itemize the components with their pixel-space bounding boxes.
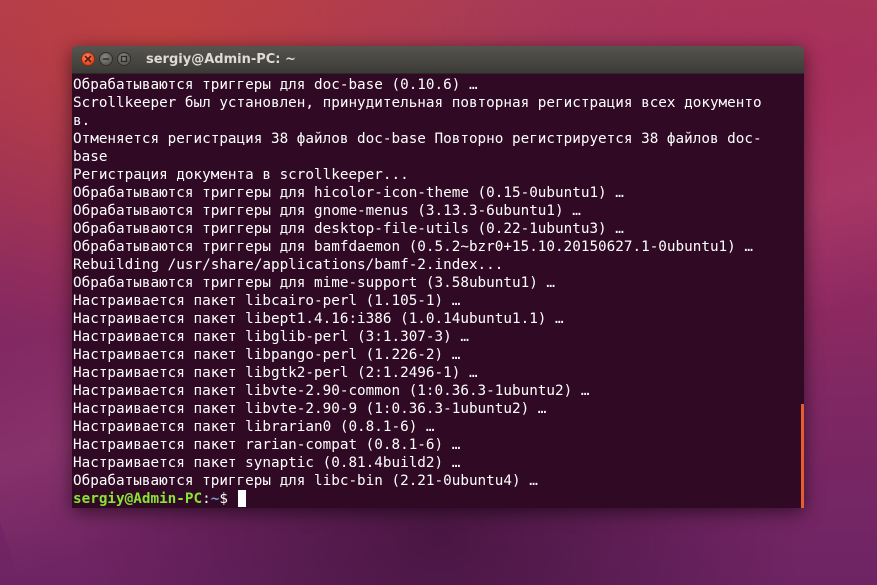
- scrollbar-thumb[interactable]: [801, 404, 804, 508]
- terminal-output[interactable]: Обрабатываются триггеры для doc-base (0.…: [72, 74, 804, 508]
- terminal-line: Настраивается пакет libgtk2-perl (2:1.24…: [73, 365, 478, 381]
- window-titlebar[interactable]: sergiy@Admin-PC: ~: [72, 46, 804, 74]
- terminal-line: Обрабатываются триггеры для gnome-menus …: [73, 203, 581, 219]
- terminal-line: Обрабатываются триггеры для doc-base (0.…: [73, 77, 478, 93]
- close-icon: [84, 55, 92, 63]
- terminal-line: Rebuilding /usr/share/applications/bamf-…: [73, 257, 504, 273]
- terminal-line: в.: [73, 113, 91, 129]
- terminal-line: Настраивается пакет rarian-compat (0.8.1…: [73, 437, 461, 453]
- terminal-line: Настраивается пакет libglib-perl (3:1.30…: [73, 329, 469, 345]
- terminal-line: Настраивается пакет libpango-perl (1.226…: [73, 347, 461, 363]
- maximize-button[interactable]: [117, 52, 131, 66]
- terminal-line: Настраивается пакет libcairo-perl (1.105…: [73, 293, 461, 309]
- terminal-line: Scrollkeeper был установлен, принудитель…: [73, 95, 762, 111]
- terminal-line: Обрабатываются триггеры для desktop-file…: [73, 221, 624, 237]
- terminal-window[interactable]: sergiy@Admin-PC: ~ Обрабатываются тригге…: [72, 46, 804, 508]
- window-title: sergiy@Admin-PC: ~: [146, 52, 296, 67]
- prompt-user-host: sergiy@Admin-PC: [73, 491, 203, 507]
- maximize-icon: [120, 55, 128, 63]
- terminal-line: Настраивается пакет libvte-2.90-9 (1:0.3…: [73, 401, 547, 417]
- terminal-line: Настраивается пакет synaptic (0.81.4buil…: [73, 455, 461, 471]
- terminal-line: Обрабатываются триггеры для hicolor-icon…: [73, 185, 624, 201]
- terminal-line: base: [73, 149, 108, 165]
- prompt-separator: :: [202, 491, 211, 507]
- terminal-line: Обрабатываются триггеры для libc-bin (2.…: [73, 473, 538, 489]
- terminal-line: Настраивается пакет libept1.4.16:i386 (1…: [73, 311, 564, 327]
- terminal-line: Настраивается пакет libvte-2.90-common (…: [73, 383, 590, 399]
- terminal-line: Настраивается пакет librarian0 (0.8.1-6)…: [73, 419, 435, 435]
- text-cursor: [237, 490, 246, 507]
- terminal-line: Отменяется регистрация 38 файлов doc-bas…: [73, 131, 762, 147]
- terminal-line: Обрабатываются триггеры для mime-support…: [73, 275, 556, 291]
- terminal-line: Регистрация документа в scrollkeeper...: [73, 167, 409, 183]
- terminal-line: Обрабатываются триггеры для bamfdaemon (…: [73, 239, 753, 255]
- shell-prompt[interactable]: sergiy@Admin-PC:~$: [73, 490, 804, 508]
- minimize-icon: [102, 58, 110, 60]
- prompt-symbol: $: [219, 491, 237, 507]
- close-button[interactable]: [81, 52, 95, 66]
- minimize-button[interactable]: [99, 52, 113, 66]
